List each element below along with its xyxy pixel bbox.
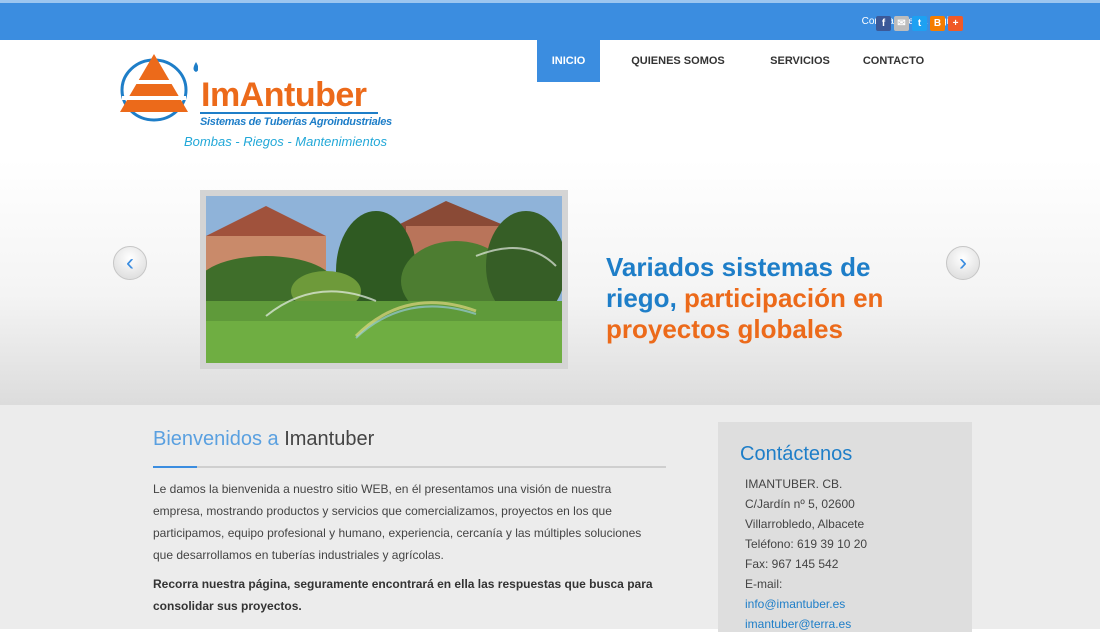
- site-logo[interactable]: ImAntuber Sistemas de Tuberías Agroindus…: [118, 50, 398, 155]
- nav-item-inicio[interactable]: INICIO: [537, 40, 600, 82]
- slide-photo-garden-sprinklers: [206, 196, 562, 363]
- logo-tagline: Sistemas de Tuberías Agroindustriales: [200, 116, 392, 128]
- main-nav: INICIO QUIENES SOMOS SERVICIOS CONTACTO: [537, 40, 943, 82]
- welcome-title: Bienvenidos a Imantuber: [153, 428, 374, 451]
- more-plus-icon[interactable]: +: [948, 16, 963, 31]
- facebook-icon[interactable]: f: [876, 16, 891, 31]
- hero-slider: ‹ Variados sistemas de riego, participac…: [0, 160, 1100, 405]
- main-content: Bienvenidos a Imantuber Le damos la bien…: [0, 405, 1100, 632]
- logo-triangle-icon: [120, 54, 198, 122]
- share-icons: f ✉ t B +: [876, 16, 963, 31]
- contact-phone: Teléfono: 619 39 10 20: [745, 537, 868, 551]
- blogger-icon[interactable]: B: [930, 16, 945, 31]
- slider-next-arrow-icon[interactable]: ›: [946, 246, 980, 280]
- contact-email-label: E-mail:: [745, 577, 783, 591]
- logo-divider: [200, 112, 378, 114]
- contact-details: IMANTUBER. CB. C/Jardín nº 5, 02600 Vill…: [745, 474, 867, 634]
- garden-illustration: [206, 196, 562, 363]
- logo-brand: ImAntuber: [201, 76, 367, 114]
- slide-photo-frame: [200, 190, 568, 369]
- contact-address: C/Jardín nº 5, 02600: [745, 497, 855, 511]
- twitter-icon[interactable]: t: [912, 16, 927, 31]
- nav-item-contacto[interactable]: CONTACTO: [844, 40, 943, 82]
- welcome-title-name: Imantuber: [284, 428, 375, 450]
- contact-box: Contáctenos IMANTUBER. CB. C/Jardín nº 5…: [718, 422, 972, 632]
- top-bar: Comparte esta página f ✉ t B +: [0, 0, 1100, 40]
- contact-city: Villarrobledo, Albacete: [745, 517, 865, 531]
- title-divider-accent: [153, 466, 197, 468]
- contact-fax: Fax: 967 145 542: [745, 557, 839, 571]
- nav-item-quienes-somos[interactable]: QUIENES SOMOS: [600, 40, 756, 82]
- contact-email-link-1[interactable]: info@imantuber.es: [745, 597, 845, 611]
- title-divider: [153, 466, 666, 468]
- hero-headline: Variados sistemas de riego, participació…: [606, 252, 926, 345]
- slider-prev-arrow-icon[interactable]: ‹: [113, 246, 147, 280]
- logo-services: Bombas - Riegos - Mantenimientos: [184, 134, 388, 149]
- welcome-title-prefix: Bienvenidos a: [153, 428, 279, 450]
- email-icon[interactable]: ✉: [894, 16, 909, 31]
- welcome-bold-paragraph: Recorra nuestra página, seguramente enco…: [153, 577, 653, 613]
- nav-item-servicios[interactable]: SERVICIOS: [756, 40, 844, 82]
- welcome-paragraph: Le damos la bienvenida a nuestro sitio W…: [153, 482, 642, 562]
- contact-title: Contáctenos: [740, 443, 853, 465]
- contact-company: IMANTUBER. CB.: [745, 477, 843, 491]
